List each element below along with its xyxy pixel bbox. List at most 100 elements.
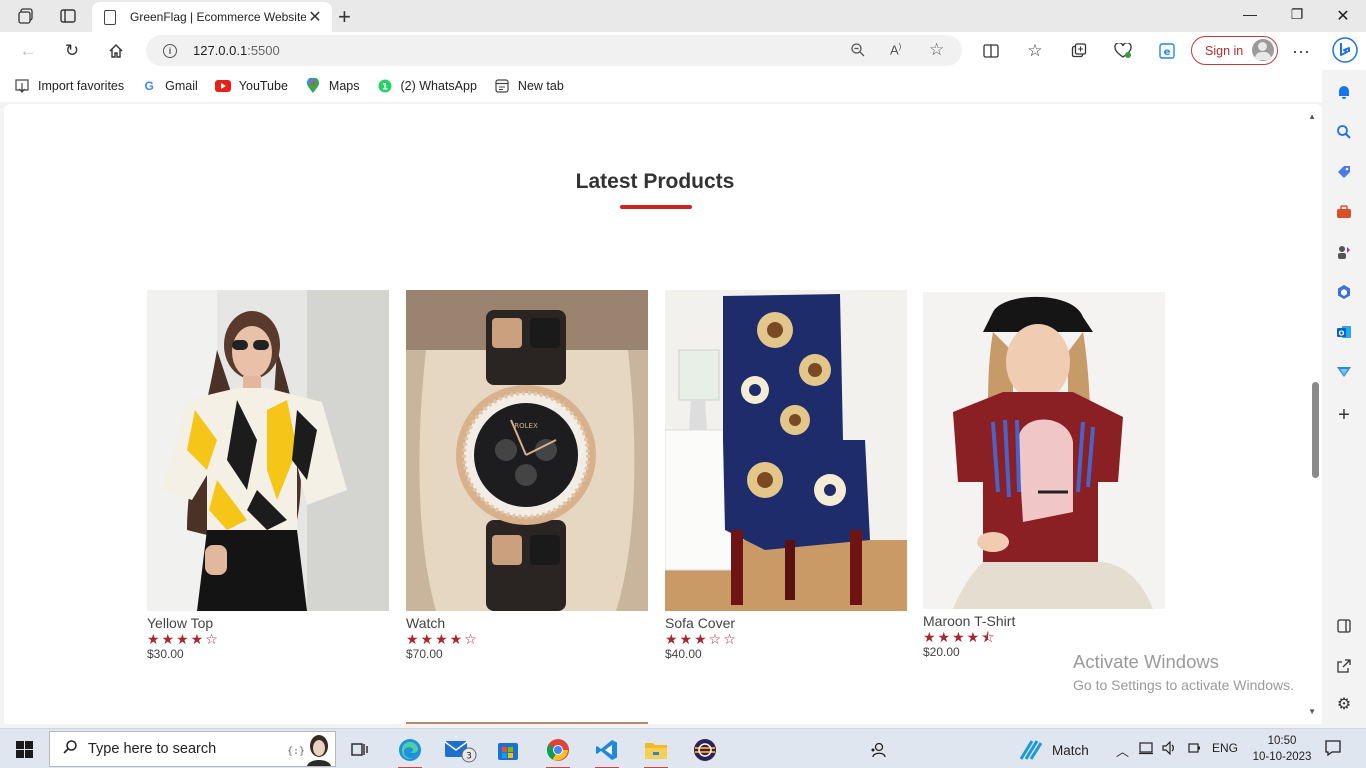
product-name[interactable]: Yellow Top: [147, 615, 389, 631]
notification-center-icon[interactable]: [1324, 739, 1342, 760]
notifications-bell-icon[interactable]: [1334, 82, 1354, 102]
favorite-new-tab[interactable]: New tab: [494, 78, 564, 94]
volume-icon[interactable]: [1161, 740, 1177, 758]
settings-gear-icon[interactable]: ⚙: [1334, 694, 1354, 714]
activate-windows-watermark: Activate Windows Go to Settings to activ…: [1073, 651, 1294, 693]
svg-text:O: O: [1339, 330, 1345, 338]
sidebar-panel-icon[interactable]: [1334, 616, 1354, 636]
product-card[interactable]: ROLEX Watch ★★★★☆ $70.00: [406, 290, 648, 661]
navigation-bar: ← ↻ i 127.0.0.1:5500 A) ☆ ☆ e Sign in ··…: [0, 32, 1366, 70]
weather-widget[interactable]: Match: [1018, 733, 1098, 767]
favorites-icon[interactable]: ☆: [1024, 40, 1046, 62]
battery-icon[interactable]: [1187, 741, 1201, 758]
split-screen-icon[interactable]: [980, 40, 1002, 62]
favorite-star-icon[interactable]: ☆: [929, 40, 944, 60]
product-image-sofa-cover[interactable]: [665, 290, 907, 611]
taskbar-search-box[interactable]: Type here to search {:}: [49, 731, 336, 767]
edge-extension-icon[interactable]: e: [1156, 40, 1178, 62]
product-rating-stars: ★★★★☆: [406, 631, 479, 647]
taskbar-store-icon[interactable]: [488, 733, 528, 767]
collections-icon[interactable]: [1068, 40, 1090, 62]
show-hidden-icons[interactable]: ︿: [1116, 741, 1129, 760]
tools-icon[interactable]: [1334, 202, 1354, 222]
open-external-icon[interactable]: [1334, 656, 1354, 676]
close-tab-icon[interactable]: ✕: [306, 7, 324, 27]
product-price: $30.00: [147, 647, 184, 661]
product-image-yellow-top[interactable]: [147, 290, 389, 611]
favorite-gmail[interactable]: G Gmail: [141, 78, 198, 94]
workspaces-icon[interactable]: [16, 6, 36, 26]
taskbar-vscode-icon[interactable]: [587, 733, 627, 768]
whatsapp-icon: 1: [377, 78, 393, 94]
watermark-title: Activate Windows: [1073, 651, 1219, 672]
product-card[interactable]: Yellow Top ★★★★☆ $30.00: [147, 290, 389, 661]
more-menu-icon[interactable]: ···: [1290, 40, 1312, 62]
cricket-icon: [1019, 740, 1042, 760]
zoom-icon[interactable]: [850, 42, 866, 62]
taskbar-file-explorer-icon[interactable]: [636, 733, 676, 768]
favorite-label: YouTube: [238, 79, 288, 93]
minimize-button[interactable]: —: [1240, 6, 1260, 22]
favorite-label: (2) WhatsApp: [400, 79, 477, 93]
product-name[interactable]: Maroon T-Shirt: [923, 613, 1165, 629]
product-price: $70.00: [406, 647, 443, 661]
scroll-down-arrow[interactable]: ▼: [1308, 707, 1316, 716]
sign-in-button[interactable]: Sign in: [1191, 36, 1278, 65]
microsoft365-icon[interactable]: [1334, 282, 1354, 302]
address-bar[interactable]: i 127.0.0.1:5500 A) ☆: [146, 35, 962, 66]
svg-text:1: 1: [381, 83, 387, 93]
favorite-label: Import favorites: [38, 79, 125, 93]
taskbar-chrome-icon[interactable]: [538, 733, 578, 768]
product-name[interactable]: Sofa Cover: [665, 615, 907, 631]
task-view-icon[interactable]: [340, 733, 380, 767]
back-button[interactable]: ←: [17, 40, 39, 62]
taskbar-edge-icon[interactable]: [390, 733, 430, 768]
home-button[interactable]: [105, 40, 127, 62]
close-window-button[interactable]: ✕: [1333, 6, 1353, 26]
outlook-icon[interactable]: O: [1334, 322, 1354, 342]
scrollbar-thumb[interactable]: [1312, 382, 1319, 478]
product-card[interactable]: Maroon T-Shirt ★★★★⯪ $20.00: [923, 292, 1165, 659]
product-image-watch[interactable]: ROLEX: [406, 290, 648, 611]
browser-essentials-icon[interactable]: [1112, 40, 1134, 62]
shopping-tag-icon[interactable]: [1334, 162, 1354, 182]
watermark-subtitle: Go to Settings to activate Windows.: [1073, 677, 1294, 693]
taskbar-people-icon[interactable]: [858, 733, 898, 767]
scroll-up-arrow[interactable]: ▲: [1308, 112, 1316, 121]
language-indicator[interactable]: ENG: [1212, 741, 1238, 755]
copilot-icon[interactable]: [1332, 37, 1358, 63]
windows-start-icon[interactable]: [16, 741, 33, 758]
svg-text:{:}: {:}: [287, 746, 305, 757]
search-icon[interactable]: [1334, 122, 1354, 142]
favorite-label: Gmail: [165, 79, 198, 93]
new-tab-button[interactable]: +: [338, 4, 351, 30]
favorite-import[interactable]: Import favorites: [14, 78, 124, 94]
web-page[interactable]: Latest Products Yellow Top ★★★★☆ $30.00 …: [4, 104, 1322, 724]
taskbar-eclipse-icon[interactable]: [685, 733, 725, 767]
refresh-button[interactable]: ↻: [61, 40, 83, 62]
network-icon[interactable]: [1138, 741, 1156, 758]
taskbar-mail-icon[interactable]: 3: [440, 733, 480, 767]
send-drop-icon[interactable]: [1334, 362, 1354, 382]
favorite-maps[interactable]: Maps: [305, 78, 360, 94]
clock-date: 10-10-2023: [1252, 751, 1312, 763]
product-image-maroon-tshirt[interactable]: [923, 292, 1165, 609]
weather-label: Match: [1052, 742, 1089, 758]
product-card[interactable]: Sofa Cover ★★★☆☆ $40.00: [665, 290, 907, 661]
taskbar-clock[interactable]: 10:50 10-10-2023: [1252, 733, 1312, 765]
favorite-youtube[interactable]: YouTube: [214, 78, 288, 94]
add-sidebar-app-icon[interactable]: +: [1334, 404, 1354, 426]
favorite-whatsapp[interactable]: 1 (2) WhatsApp: [377, 78, 477, 94]
tab-actions-icon[interactable]: [58, 6, 78, 26]
tab-active[interactable]: GreenFlag | Ecommerce Website ✕: [92, 2, 332, 32]
maps-icon: [305, 78, 321, 94]
read-aloud-icon[interactable]: A): [890, 42, 901, 57]
favorite-label: New tab: [517, 79, 564, 93]
games-icon[interactable]: [1334, 242, 1354, 262]
tab-title: GreenFlag | Ecommerce Website: [130, 10, 306, 24]
site-info-icon[interactable]: i: [163, 43, 177, 58]
product-name[interactable]: Watch: [406, 615, 648, 631]
youtube-icon: [214, 78, 231, 94]
google-icon: G: [144, 79, 154, 93]
restore-button[interactable]: ❐: [1287, 6, 1307, 23]
